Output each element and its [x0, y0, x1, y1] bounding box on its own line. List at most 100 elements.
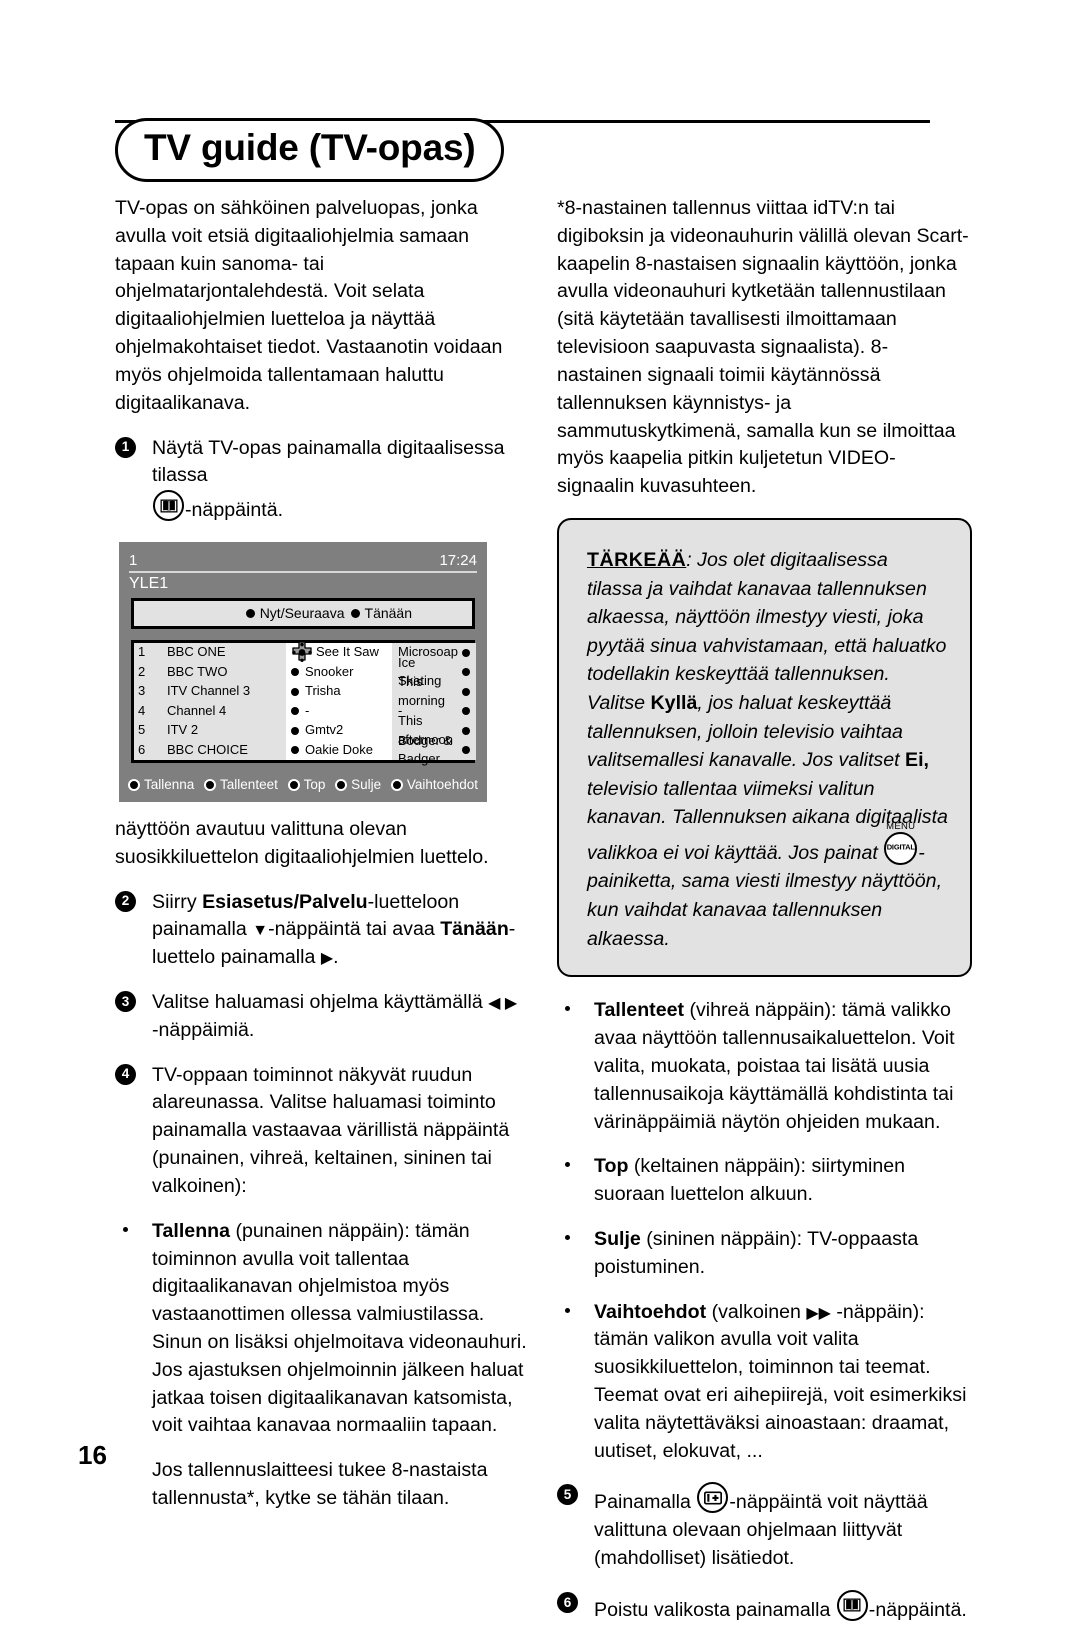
tv-row-now: -: [305, 702, 310, 718]
tv-tab-today-label: Tänään: [364, 604, 412, 621]
bullet-tallenna-text: (punainen näppäin): tämän toiminnon avul…: [152, 1219, 527, 1437]
bullet-dot-icon: [291, 687, 299, 696]
bullet-dot-icon: [461, 687, 470, 696]
after-screen-paragraph: näyttöön avautuu valittuna olevan suosik…: [115, 817, 489, 868]
step-1-text-b: -näppäintä.: [185, 499, 284, 522]
tv-key-tallenteet[interactable]: Tallenteet: [204, 775, 278, 794]
arrow-right-icon: ▶: [320, 950, 334, 968]
bullet-dot-icon: [565, 1162, 570, 1168]
step-3: 3 Valitse haluamasi ohjelma käyttämällä …: [115, 989, 527, 1045]
step-1-text-a: Näytä TV-opas painamalla digitaalisessa …: [152, 436, 505, 487]
tv-row-no: 4: [138, 702, 146, 718]
tv-row-channel: ITV 2: [167, 722, 199, 738]
tv-key-sulje[interactable]: Sulje: [335, 775, 381, 794]
arrow-left-right-icon: ◀ ▶: [488, 995, 518, 1012]
step-5: 5 Painamalla -näppäintä voit näyttää val…: [557, 1482, 972, 1572]
step-2-bold-esiasetus: Esiasetus/Palvelu: [202, 890, 368, 913]
bullet-tallenna-label: Tallenna: [152, 1219, 231, 1242]
bullet-dot-icon: [461, 668, 470, 677]
step-5-text-a: Painamalla: [594, 1491, 697, 1514]
note-part-1: : Jos olet digitaalisessa tilassa ja vai…: [587, 548, 947, 714]
radio-dot-icon: [245, 608, 255, 618]
left-column: TV-opas on sähköinen palveluopas, jonka …: [115, 195, 527, 1530]
tv-channel-name: YLE1: [129, 574, 169, 592]
bullet-dot-icon: [565, 1006, 570, 1012]
bullet-vaihtoehdot-text-b: -näppäin): tämän valikon avulla voit val…: [594, 1300, 967, 1462]
bullet-dot-icon: [461, 707, 470, 716]
bullet-dot-icon: [291, 668, 299, 677]
tv-key-tallenteet-label: Tallenteet: [220, 777, 278, 793]
table-row[interactable]: Gmtv2: [286, 721, 392, 741]
tv-channel-column: 1 BBC ONE 2 BBC TWO 3 ITV Channel 3 4 Channe…: [134, 642, 286, 760]
table-row[interactable]: This morning: [392, 674, 476, 708]
book-icon: [836, 1589, 868, 1621]
table-row[interactable]: Snooker: [286, 662, 392, 682]
menu-digital-icon-top-label: MENU: [886, 820, 916, 832]
arrow-double-right-icon: ▶▶: [806, 1304, 831, 1322]
tv-row-no: 3: [138, 683, 146, 699]
step-number-2: 2: [115, 890, 136, 912]
tv-key-vaihtoehdot[interactable]: Vaihtoehdot: [390, 775, 478, 794]
step-2-text-c: -näppäintä tai avaa: [268, 918, 441, 941]
intro-paragraph: TV-opas on sähköinen palveluopas, jonka …: [115, 197, 503, 414]
bullet-tallenna: Tallenna (punainen näppäin): tämän toimi…: [115, 1218, 527, 1441]
tv-key-tallenna[interactable]: Tallenna: [128, 775, 194, 794]
note-bold-kylla: Kyllä: [650, 691, 698, 714]
step-2-text-a: Siirry: [152, 890, 203, 913]
key-ring-icon: [390, 778, 403, 791]
bullet-vaihtoehdot-label: Vaihtoehdot: [594, 1300, 707, 1323]
step-2-bold-tanaan: Tänään: [440, 918, 509, 941]
key-ring-icon: [128, 778, 140, 791]
bullet-dot-icon: [461, 746, 470, 755]
tv-row-channel: BBC CHOICE: [167, 741, 248, 757]
bullet-sulje-label: Sulje: [594, 1227, 641, 1250]
tv-row-channel: BBC ONE: [167, 644, 226, 660]
tv-row-no: 5: [138, 722, 146, 738]
tv-tab-now-next-label: Nyt/Seuraava: [259, 604, 345, 621]
tv-guide-screen-mockup: 1 17:24 YLE1 Nyt/Seuraava Tänään 1 BBC ON…: [119, 541, 487, 802]
tv-key-sulje-label: Sulje: [351, 777, 382, 793]
step-6: 6 Poistu valikosta painamalla -näppäintä…: [557, 1589, 972, 1625]
tv-row-next: This morning: [398, 674, 445, 708]
step-6-text-a: Poistu valikosta painamalla: [594, 1598, 836, 1621]
key-ring-icon: [287, 778, 300, 791]
tv-key-top[interactable]: Top: [287, 775, 326, 794]
tv-key-vaihtoehdot-label: Vaihtoehdot: [406, 777, 478, 793]
bullet-dot-icon: [461, 726, 470, 735]
table-row[interactable]: Oakie Doke: [286, 740, 392, 760]
table-row[interactable]: 4 Channel 4: [134, 701, 286, 721]
table-row[interactable]: See It Saw: [286, 641, 392, 663]
tv-next-column: Microsoap Ice Skating This morning - Thi…: [392, 642, 476, 766]
bullet-tallenteet-label: Tallenteet: [594, 999, 685, 1022]
step-6-text-b: -näppäintä.: [868, 1598, 967, 1621]
book-icon: [153, 490, 184, 522]
note-bold-ei: Ei,: [905, 749, 929, 772]
bullet-dot-icon: [291, 746, 299, 755]
tv-row-channel: ITV Channel 3: [167, 683, 251, 699]
important-note-box: TÄRKEÄÄ: Jos olet digitaalisessa tilassa…: [557, 517, 972, 978]
tv-row-no: 6: [138, 741, 146, 757]
tv-color-key-bar: Tallenna Tallenteet Top Sulje Vaihtoehdo…: [119, 774, 487, 796]
table-row[interactable]: Trisha: [286, 682, 392, 702]
tv-tab-now-next[interactable]: Nyt/Seuraava: [245, 604, 345, 624]
table-row[interactable]: 6 BBC CHOICE: [134, 740, 286, 760]
table-row[interactable]: 1 BBC ONE: [134, 643, 286, 663]
menu-digital-icon: MENU DIGITAL: [884, 821, 918, 865]
tv-channel-number: 1: [129, 551, 138, 569]
table-row[interactable]: -: [286, 701, 392, 721]
closing-paragraph-wrap: Jos tallennuslaitteesi tukee 8-nastaista…: [115, 1457, 527, 1513]
tv-key-top-label: Top: [303, 777, 326, 793]
tv-row-no: 1: [138, 644, 146, 660]
table-row[interactable]: 2 BBC TWO: [134, 662, 286, 682]
table-row[interactable]: 3 ITV Channel 3: [134, 682, 286, 702]
step-3-text-a: Valitse haluamasi ohjelma käyttämällä: [152, 991, 489, 1013]
table-row[interactable]: Bodger & Badger: [392, 733, 476, 766]
tv-tab-today[interactable]: Tänään: [350, 604, 412, 624]
page-title: TV guide (TV-opas): [115, 118, 505, 183]
step-4: 4 TV-oppaan toiminnot näkyvät ruudun ala…: [115, 1062, 527, 1201]
step-2-text-e: .: [333, 946, 339, 969]
step-number-1: 1: [115, 436, 136, 458]
bullet-dot-icon: [461, 648, 470, 657]
table-row[interactable]: 5 ITV 2: [134, 721, 286, 741]
menu-digital-icon-label: DIGITAL: [886, 842, 915, 852]
